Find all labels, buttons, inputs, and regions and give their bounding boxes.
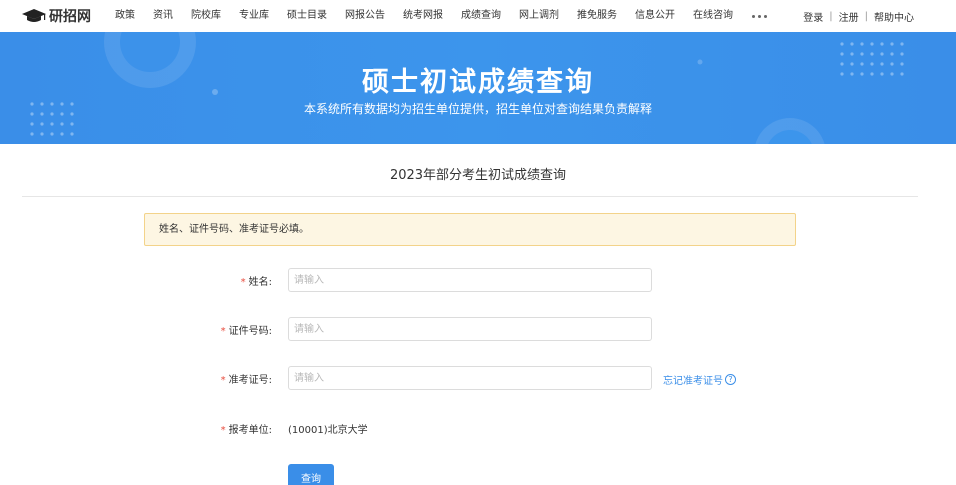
login-link[interactable]: 登录 — [803, 9, 823, 24]
question-icon: ? — [725, 374, 736, 385]
query-button[interactable]: 查询 — [288, 464, 334, 485]
top-navigation: 研招网 政策 资讯 院校库 专业库 硕士目录 网报公告 统考网报 成绩查询 网上… — [0, 0, 956, 32]
id-number-input[interactable] — [288, 317, 652, 341]
nav-item-info-disclosure[interactable]: 信息公开 — [626, 0, 684, 32]
forgot-exam-number-link[interactable]: 忘记准考证号 ? — [663, 372, 736, 387]
exam-number-label: * 准考证号: — [220, 375, 272, 386]
banner-title: 硕士初试成绩查询 — [362, 67, 594, 98]
nav-item-master-catalog[interactable]: 硕士目录 — [278, 0, 336, 32]
banner-subtitle: 本系统所有数据均为招生单位提供，招生单位对查询结果负责解释 — [303, 102, 652, 116]
name-label: * 姓名: — [240, 277, 272, 288]
nav-item-news[interactable]: 资讯 — [144, 0, 182, 32]
required-mark: * — [220, 326, 226, 337]
required-mark: * — [240, 277, 246, 288]
nav-item-registration-notice[interactable]: 网报公告 — [336, 0, 394, 32]
required-notice: 姓名、证件号码、准考证号必填。 — [144, 213, 796, 246]
divider — [22, 196, 918, 197]
name-input[interactable] — [288, 268, 652, 292]
page-title: 2023年部分考生初试成绩查询 — [389, 168, 567, 183]
nav-item-exam-registration[interactable]: 统考网报 — [394, 0, 452, 32]
exam-number-input[interactable] — [288, 366, 652, 390]
graduation-cap-icon — [22, 9, 46, 22]
nav-item-score-query[interactable]: 成绩查询 — [452, 0, 510, 32]
nav-item-policy[interactable]: 政策 — [106, 0, 144, 32]
separator: | — [829, 10, 833, 22]
site-logo[interactable]: 研招网 — [22, 7, 91, 25]
nav-item-schools[interactable]: 院校库 — [182, 0, 230, 32]
logo-text: 研招网 — [49, 9, 91, 25]
id-number-label: * 证件号码: — [220, 326, 272, 337]
main-nav: 政策 资讯 院校库 专业库 硕士目录 网报公告 统考网报 成绩查询 网上调剂 推… — [106, 0, 777, 32]
page-banner: 硕士初试成绩查询 本系统所有数据均为招生单位提供，招生单位对查询结果负责解释 — [0, 32, 956, 144]
school-value: (10001)北京大学 — [288, 425, 368, 436]
nav-item-online-consult[interactable]: 在线咨询 — [684, 0, 742, 32]
register-link[interactable]: 注册 — [839, 9, 859, 24]
nav-item-adjustment[interactable]: 网上调剂 — [510, 0, 568, 32]
help-center-link[interactable]: 帮助中心 — [874, 9, 914, 24]
user-links: 登录 | 注册 | 帮助中心 — [803, 0, 914, 32]
forgot-link-text: 忘记准考证号 — [663, 376, 723, 387]
separator: | — [864, 10, 868, 22]
school-label: * 报考单位: — [220, 425, 272, 436]
nav-item-majors[interactable]: 专业库 — [230, 0, 278, 32]
required-mark: * — [220, 375, 226, 386]
ellipsis-icon[interactable] — [742, 0, 777, 32]
required-mark: * — [220, 425, 226, 436]
nav-item-recommendation[interactable]: 推免服务 — [568, 0, 626, 32]
